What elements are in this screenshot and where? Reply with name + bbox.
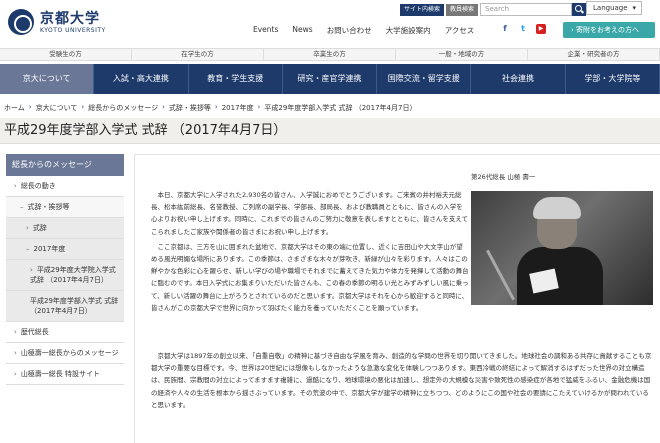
- page-title: 平成29年度学部入学式 式辞 （2017年4月7日）: [4, 123, 287, 138]
- link-contact[interactable]: お問い合わせ: [327, 25, 372, 36]
- facebook-icon[interactable]: f: [500, 24, 510, 34]
- audience-public[interactable]: 一般・地域の方: [396, 49, 528, 60]
- crumb-current: 平成29年度学部入学式 式辞 （2017年4月7日）: [264, 104, 417, 112]
- sidebar-item-grad-ceremony[interactable]: › 平成29年度大学院入学式 式辞 （2017年4月7日）: [6, 260, 124, 291]
- nav-admissions[interactable]: 入試・高大連携: [94, 64, 189, 94]
- nav-international[interactable]: 国際交流・留学支援: [377, 64, 472, 94]
- nav-faculties[interactable]: 学部・大学院等: [566, 64, 660, 94]
- sidebar-item-label: 総長の動き: [20, 182, 56, 190]
- nav-research[interactable]: 研究・産官学連携: [283, 64, 378, 94]
- sidebar-item-label: 平成29年度学部入学式 式辞 （2017年4月7日）: [30, 297, 119, 315]
- chevron-right-icon: ›: [14, 370, 17, 378]
- president-label: 第26代総長 山極 壽一: [471, 173, 536, 181]
- sidebar: 総長からのメッセージ › 総長の動き – 式辞・挨拶等 › 式辞 –2017年度 › 平…: [6, 154, 124, 385]
- crumb-year[interactable]: 2017年度: [222, 103, 254, 113]
- crumb-separator-icon: ›: [214, 103, 218, 111]
- sidebar-item-activities[interactable]: › 総長の動き: [6, 176, 124, 197]
- chevron-right-icon: ›: [30, 266, 33, 274]
- sidebar-item-2017[interactable]: –2017年度: [6, 239, 124, 260]
- crumb-speeches[interactable]: 式辞・挨拶等: [169, 103, 211, 113]
- sidebar-item-speeches[interactable]: – 式辞・挨拶等: [6, 197, 124, 218]
- crumb-separator-icon: ›: [162, 103, 165, 111]
- chevron-right-icon: ›: [14, 349, 17, 357]
- microphone-icon: [486, 249, 515, 301]
- crumb-message[interactable]: 総長からのメッセージ: [88, 103, 158, 113]
- sidebar-item-label: 式辞・挨拶等: [27, 203, 70, 211]
- nav-about[interactable]: 京大について: [0, 64, 95, 94]
- link-access[interactable]: アクセス: [445, 25, 475, 36]
- utility-bar: サイト内検索 教員検索 Search: [400, 3, 587, 16]
- crumb-about[interactable]: 京大について: [36, 103, 78, 113]
- sidebar-item-yamagiwa-message[interactable]: › 山極壽一総長からのメッセージ: [6, 343, 124, 364]
- sidebar-item-label: 山極壽一総長からのメッセージ: [20, 349, 119, 357]
- speech-paragraph: ここ京都は、三方を山に囲まれた盆地で、京都大学はその東の端に位置し、近くに吉田山…: [151, 242, 469, 312]
- youtube-icon[interactable]: ▶: [536, 24, 546, 34]
- audience-nav: 受験生の方 在学生の方 卒業生の方 一般・地域の方 企業・研究者の方: [0, 48, 660, 61]
- search-icon[interactable]: [572, 3, 587, 16]
- social-links: f t ▶: [500, 24, 554, 34]
- crumb-separator-icon: ›: [257, 103, 261, 111]
- language-label: Language: [593, 4, 628, 12]
- link-facilities[interactable]: 大学施設案内: [386, 25, 431, 36]
- crumb-separator-icon: ›: [28, 103, 32, 111]
- chevron-down-icon: –: [26, 245, 30, 253]
- link-news[interactable]: News: [292, 25, 312, 36]
- sidebar-item-addresses[interactable]: › 式辞: [6, 218, 124, 239]
- sidebar-item-label: 2017年度: [33, 245, 66, 253]
- donate-button[interactable]: › 寄附をお考えの方へ: [563, 22, 655, 38]
- top-links: Events News お問い合わせ 大学施設案内 アクセス: [253, 25, 488, 36]
- speech-paragraph: 京都大学は1897年の創立以来、「自重自敬」の精神に基づき自由な学風を育み、創造…: [151, 352, 652, 409]
- link-events[interactable]: Events: [253, 25, 278, 36]
- audience-alumni[interactable]: 卒業生の方: [264, 49, 396, 60]
- photo-figure-hair: [533, 197, 581, 219]
- crumb-home[interactable]: ホーム: [4, 103, 25, 113]
- donate-label: 寄附をお考えの方へ: [576, 26, 640, 34]
- logo-japanese: 京都大学: [40, 10, 100, 27]
- breadcrumb: ホーム › 京大について › 総長からのメッセージ › 式辞・挨拶等 › 201…: [4, 103, 420, 113]
- language-select[interactable]: Language ▾: [586, 1, 642, 15]
- chevron-down-icon: –: [20, 203, 24, 211]
- page-title-bar: 平成29年度学部入学式 式辞 （2017年4月7日）: [0, 118, 660, 144]
- audience-business[interactable]: 企業・研究者の方: [528, 49, 660, 60]
- site-search-button[interactable]: サイト内検索: [400, 3, 445, 16]
- chevron-down-icon: ▾: [632, 4, 636, 12]
- president-photo: [471, 191, 653, 305]
- speech-paragraph: 本日、京都大学に入学された2,930名の皆さん、入学誠におめでとうございます。ご…: [151, 191, 469, 236]
- sidebar-item-label: 歴代総長: [20, 328, 49, 336]
- university-seal-icon: [8, 9, 34, 35]
- chevron-right-icon: ›: [14, 182, 17, 190]
- article-content: 第26代総長 山極 壽一 本日、京都大学に入学された2,930名の皆さん、入学誠…: [134, 154, 660, 443]
- faculty-search-button[interactable]: 教員検索: [446, 3, 479, 16]
- nav-education[interactable]: 教育・学生支援: [189, 64, 283, 94]
- main-nav: 京大について 入試・高大連携 教育・学生支援 研究・産官学連携 国際交流・留学支…: [0, 64, 660, 94]
- site-header: 京都大学 KYOTO UNIVERSITY サイト内検索 教員検索 Search…: [0, 0, 660, 44]
- chevron-right-icon: ›: [26, 224, 29, 232]
- sidebar-item-undergrad-ceremony[interactable]: 平成29年度学部入学式 式辞 （2017年4月7日）: [6, 291, 124, 322]
- sidebar-item-label: 山極壽一総長 特設サイト: [20, 370, 101, 378]
- audience-applicants[interactable]: 受験生の方: [0, 49, 132, 60]
- sidebar-item-label: 平成29年度大学院入学式 式辞 （2017年4月7日）: [30, 266, 116, 284]
- chevron-right-icon: ›: [14, 328, 17, 336]
- sidebar-item-label: 式辞: [32, 224, 47, 232]
- speech-body-top: 本日、京都大学に入学された2,930名の皆さん、入学誠におめでとうございます。ご…: [151, 189, 469, 317]
- search-input[interactable]: Search: [480, 3, 573, 16]
- sidebar-heading: 総長からのメッセージ: [6, 154, 124, 176]
- sidebar-item-yamagiwa-site[interactable]: › 山極壽一総長 特設サイト: [6, 364, 124, 385]
- crumb-separator-icon: ›: [81, 103, 85, 111]
- sidebar-item-past-presidents[interactable]: › 歴代総長: [6, 322, 124, 343]
- nav-community[interactable]: 社会連携: [471, 64, 566, 94]
- logo-english: KYOTO UNIVERSITY: [40, 26, 106, 34]
- audience-students[interactable]: 在学生の方: [132, 49, 264, 60]
- twitter-icon[interactable]: t: [518, 24, 528, 34]
- university-logo[interactable]: 京都大学 KYOTO UNIVERSITY: [8, 6, 138, 38]
